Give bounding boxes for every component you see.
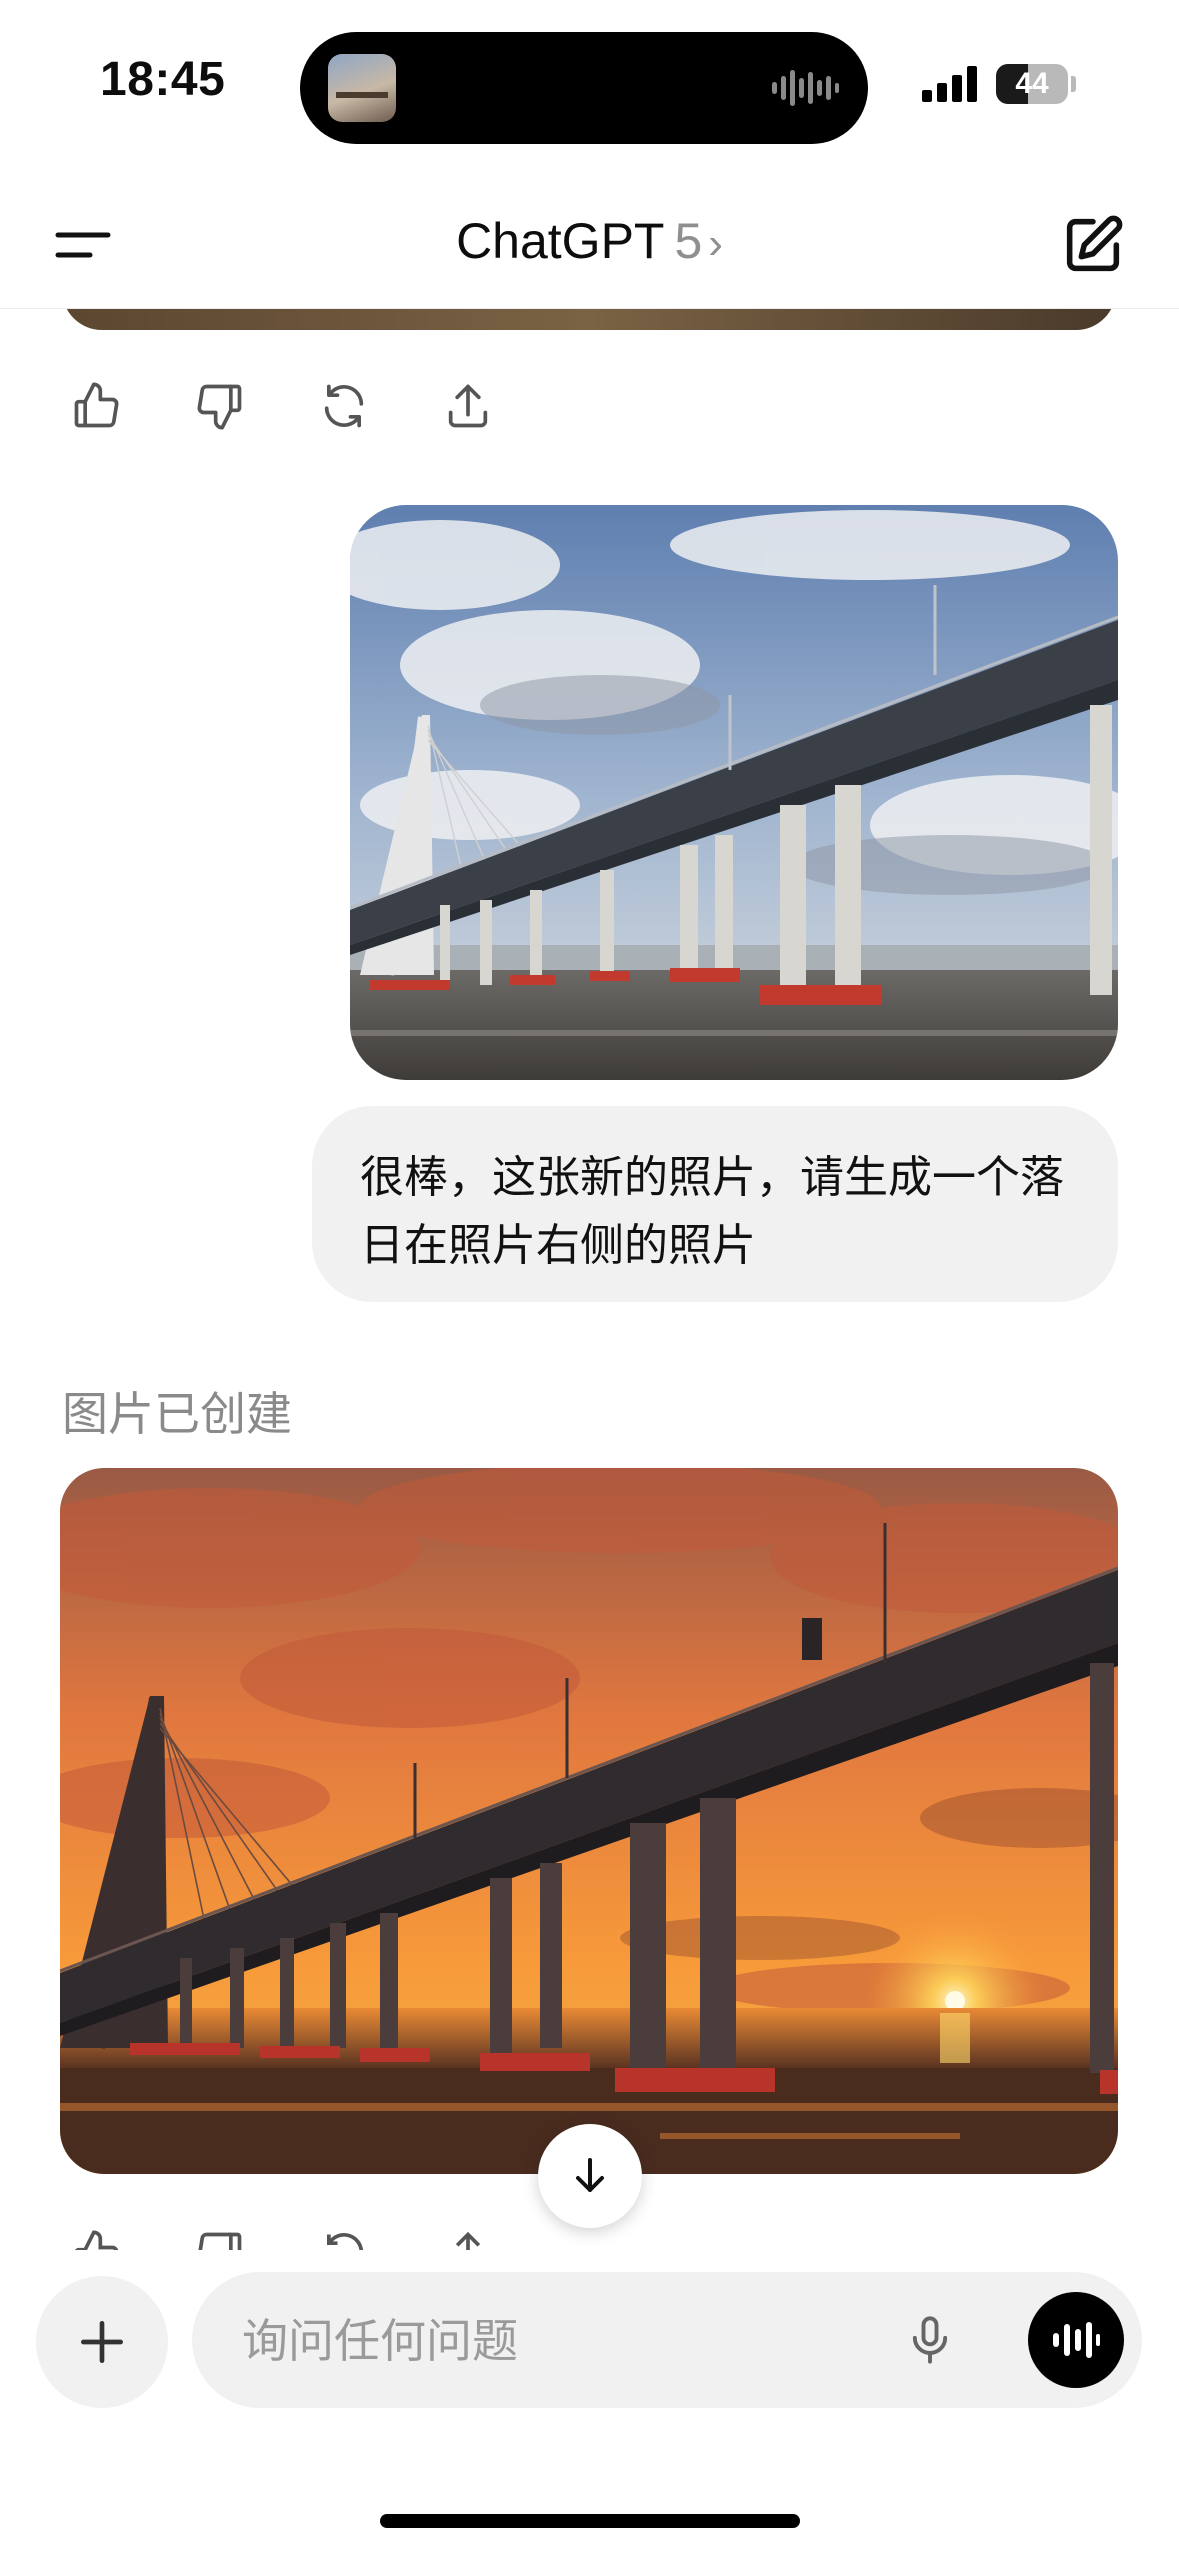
image-created-label: 图片已创建 — [62, 1387, 292, 1441]
regenerate-button[interactable] — [308, 2218, 380, 2250]
mic-icon — [912, 2316, 948, 2364]
voice-mode-button[interactable] — [1028, 2292, 1124, 2388]
share-icon — [448, 384, 488, 428]
bridge-photo-daytime — [350, 505, 1118, 1080]
compose-icon — [1066, 215, 1123, 272]
battery-cap — [1071, 76, 1076, 92]
share-button[interactable] — [432, 370, 504, 442]
like-button[interactable] — [60, 370, 132, 442]
regenerate-button[interactable] — [308, 370, 380, 442]
new-chat-button[interactable] — [1058, 210, 1138, 280]
share-button[interactable] — [432, 2218, 504, 2250]
audio-waveform-icon — [772, 70, 839, 106]
battery-indicator: 44 — [996, 64, 1068, 104]
now-playing-thumbnail — [328, 54, 396, 122]
user-message-bubble[interactable]: 很棒，这张新的照片，请生成一个落日在照片右侧的照片 — [312, 1106, 1118, 1302]
model-selector[interactable]: ChatGPT 5 › — [0, 212, 1179, 270]
chevron-right-icon: › — [708, 219, 723, 268]
dictation-button[interactable] — [892, 2302, 968, 2378]
home-indicator[interactable] — [380, 2514, 800, 2528]
dynamic-island[interactable] — [300, 32, 868, 144]
scroll-down-button[interactable] — [538, 2124, 642, 2228]
model-version: 5 — [674, 213, 703, 269]
dislike-button[interactable] — [184, 370, 256, 442]
status-time: 18:45 — [100, 53, 226, 106]
generated-image[interactable] — [60, 1468, 1118, 2174]
user-message-text: 很棒，这张新的照片，请生成一个落日在照片右侧的照片 — [360, 1152, 1064, 1271]
cellular-signal-icon — [922, 66, 977, 102]
voice-waveform-icon — [1053, 2322, 1100, 2358]
user-uploaded-photo[interactable] — [350, 505, 1118, 1080]
arrow-down-icon — [576, 2158, 604, 2192]
thumbs-up-icon — [74, 382, 119, 428]
app-name: ChatGPT — [456, 213, 665, 269]
message-actions — [60, 370, 504, 442]
message-input[interactable] — [240, 2272, 804, 2410]
plus-icon — [81, 2321, 123, 2363]
thumbs-up-icon — [75, 2230, 119, 2250]
dislike-button[interactable] — [184, 2218, 256, 2250]
refresh-icon — [324, 384, 364, 428]
thumbs-down-icon — [198, 2232, 242, 2250]
attach-button[interactable] — [36, 2276, 168, 2408]
bridge-photo-sunset — [60, 1468, 1118, 2174]
refresh-icon — [326, 2233, 363, 2250]
share-icon — [455, 2231, 481, 2250]
like-button[interactable] — [60, 2218, 132, 2250]
battery-percentage: 44 — [1015, 67, 1049, 100]
message-composer — [192, 2272, 1142, 2410]
chat-header: ChatGPT 5 › — [0, 180, 1179, 309]
thumbs-down-icon — [197, 384, 242, 430]
